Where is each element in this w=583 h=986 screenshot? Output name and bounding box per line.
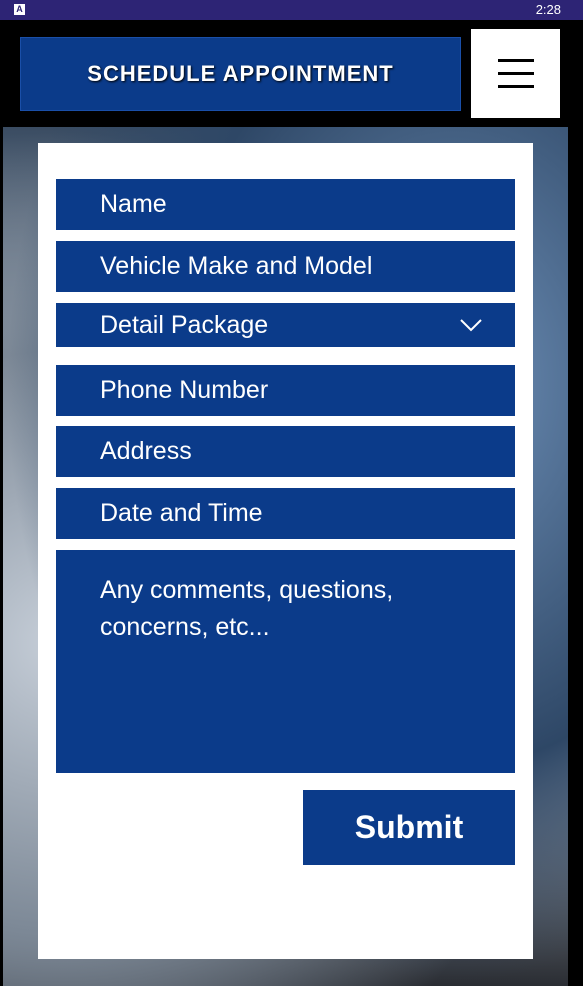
name-field[interactable]: Name	[56, 179, 515, 230]
phone-field[interactable]: Phone Number	[56, 365, 515, 416]
vehicle-field[interactable]: Vehicle Make and Model	[56, 241, 515, 292]
status-bar: A 2:28	[0, 0, 583, 20]
address-field[interactable]: Address	[56, 426, 515, 477]
hamburger-icon	[497, 58, 534, 88]
address-placeholder: Address	[100, 437, 192, 465]
submit-label: Submit	[354, 809, 464, 845]
hamburger-menu-button[interactable]	[471, 29, 560, 118]
phone-placeholder: Phone Number	[100, 376, 269, 404]
app-notification-icon: A	[14, 4, 25, 15]
schedule-appointment-label: SCHEDULE APPOINTMENT	[87, 61, 394, 86]
schedule-appointment-button[interactable]: SCHEDULE APPOINTMENT	[20, 37, 461, 111]
vehicle-placeholder: Vehicle Make and Model	[100, 252, 373, 280]
date-time-placeholder: Date and Time	[100, 499, 263, 527]
date-time-field[interactable]: Date and Time	[56, 488, 515, 539]
status-time: 2:28	[535, 2, 561, 17]
submit-button[interactable]: Submit	[303, 790, 515, 865]
detail-package-placeholder: Detail Package	[100, 310, 269, 339]
name-placeholder: Name	[100, 190, 167, 218]
comments-textarea[interactable]: Any comments, questions, concerns, etc..…	[56, 550, 515, 773]
chevron-down-icon	[460, 319, 482, 332]
detail-package-select[interactable]: Detail Package	[56, 303, 515, 347]
comments-placeholder: Any comments, questions, concerns, etc..…	[100, 576, 394, 641]
